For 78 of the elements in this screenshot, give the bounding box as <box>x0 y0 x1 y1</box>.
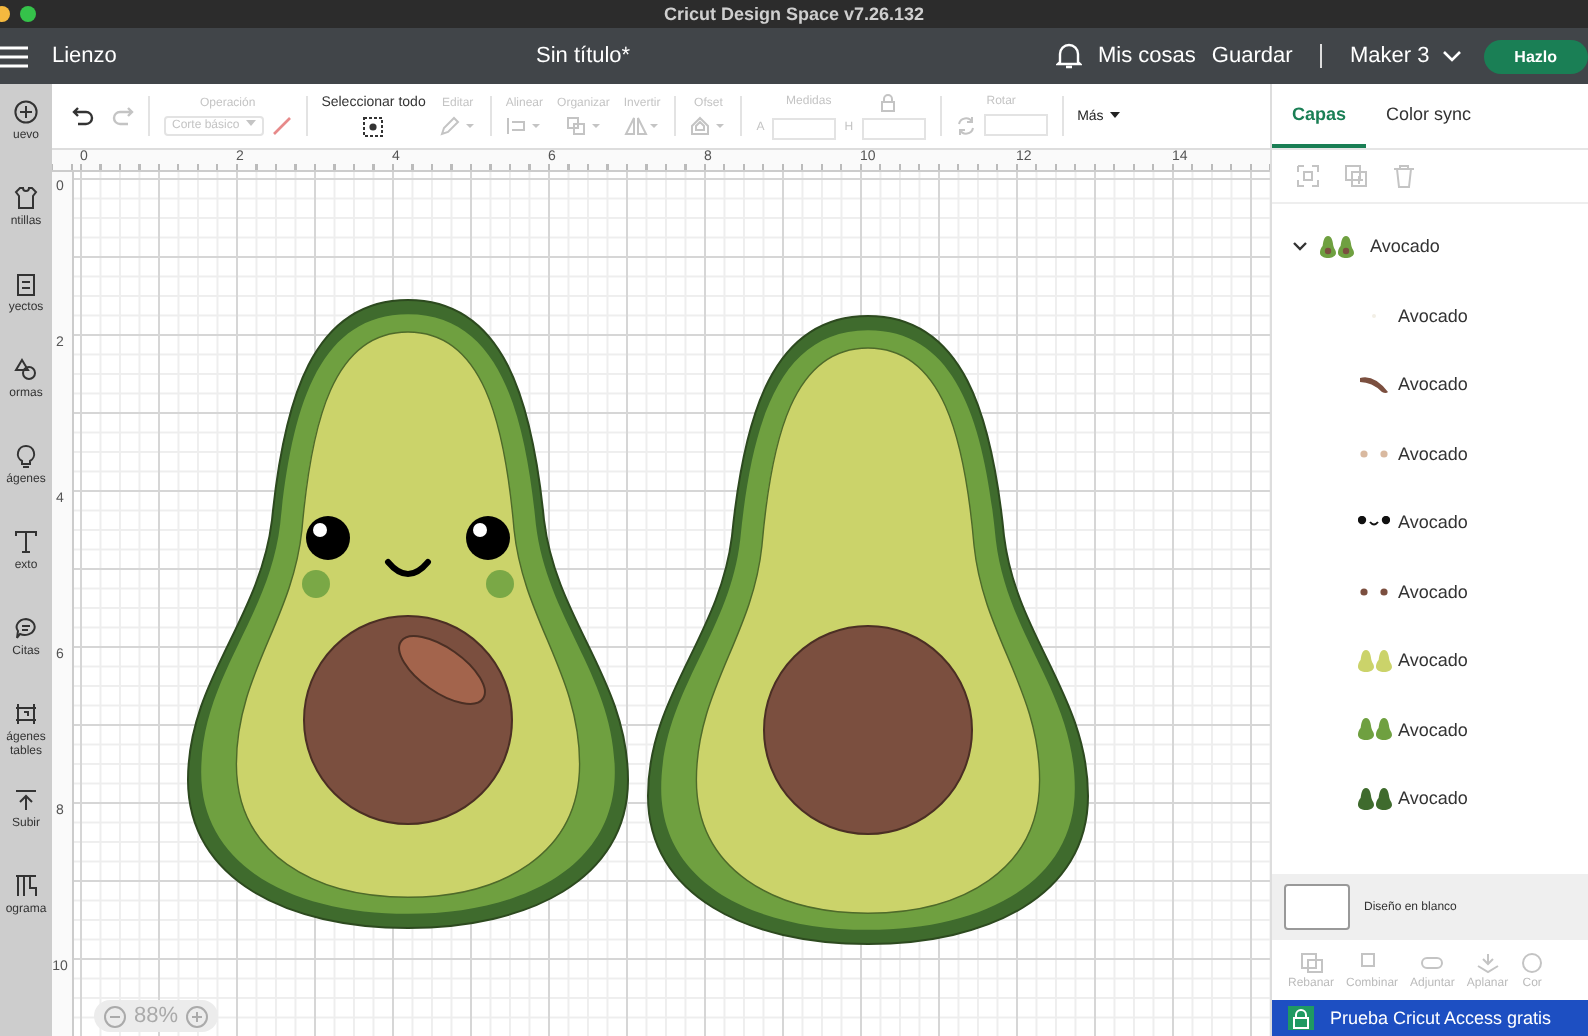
layer-row[interactable]: Avocado <box>1272 764 1588 833</box>
attach-icon[interactable] <box>1420 951 1445 973</box>
avocado-pair-icon <box>1320 235 1356 258</box>
bell-icon[interactable] <box>1056 42 1082 70</box>
rotation-field[interactable] <box>983 114 1048 136</box>
lock-icon[interactable] <box>879 93 896 111</box>
chevron-icon <box>1441 50 1462 62</box>
letter-t-icon[interactable] <box>14 530 38 554</box>
header-link[interactable]: Guardar <box>1211 44 1293 68</box>
layer-row[interactable]: Avocado <box>1272 488 1588 557</box>
access-banner[interactable]: Prueba Cricut Access gratis <box>1272 1000 1588 1036</box>
layer-name: Avocado <box>1398 512 1468 533</box>
layer-row[interactable]: Avocado <box>1272 350 1588 419</box>
blank-canvas-swatch[interactable] <box>1284 884 1350 930</box>
panel-tab[interactable]: Capas <box>1272 84 1367 148</box>
layer-name: Avocado <box>1398 374 1468 395</box>
width-field[interactable] <box>772 117 837 139</box>
layer-name: Avocado <box>1370 236 1440 257</box>
dots-icon <box>1360 587 1388 596</box>
layer-row[interactable]: Avocado <box>1272 626 1588 695</box>
maximize-window-button[interactable] <box>20 6 36 22</box>
zoom-out-button[interactable] <box>104 1005 126 1027</box>
avocado-shapes-icon <box>1357 718 1391 741</box>
frame-icon[interactable] <box>14 702 38 726</box>
minimize-window-button[interactable] <box>0 6 10 22</box>
pencil-icon[interactable] <box>439 115 476 135</box>
avocado-drawing[interactable] <box>187 299 629 929</box>
layer-row[interactable]: Avocado <box>1272 695 1588 764</box>
flip-icon[interactable] <box>624 115 661 135</box>
shirt-icon[interactable] <box>14 186 38 210</box>
height-field[interactable] <box>861 117 926 139</box>
layer-group-row[interactable]: Avocado <box>1272 212 1588 281</box>
layer-name: Avocado <box>1398 581 1468 602</box>
machine-select[interactable]: Maker 3 <box>1349 44 1462 68</box>
banner-text[interactable]: Prueba Cricut Access gratis <box>1330 1008 1552 1028</box>
layer-row[interactable]: Avocado <box>1272 557 1588 626</box>
dots-icon <box>1360 449 1388 458</box>
face-icon <box>1358 516 1390 529</box>
avocado-drawing[interactable] <box>647 315 1089 945</box>
avocado-shapes-icon <box>1357 787 1391 810</box>
undo-icon[interactable] <box>72 106 96 126</box>
plus-circle-icon[interactable] <box>13 100 38 124</box>
caret-icon <box>1109 112 1120 119</box>
menu-icon[interactable] <box>0 45 28 67</box>
caret-icon[interactable] <box>1292 240 1308 253</box>
layer-name: Avocado <box>1398 719 1468 740</box>
pen-line-icon <box>271 115 292 135</box>
panel-tab[interactable]: Color sync <box>1366 84 1492 148</box>
layer-row[interactable]: Avocado <box>1272 281 1588 350</box>
make-button[interactable]: Hazlo <box>1483 39 1588 73</box>
section-title: Lienzo <box>52 44 119 68</box>
shapes-icon[interactable] <box>13 358 38 382</box>
layer-name: Avocado <box>1398 788 1468 809</box>
slice-icon[interactable] <box>1299 951 1323 973</box>
align-icon[interactable] <box>506 115 543 135</box>
zoom-level: 88% <box>134 1004 179 1028</box>
document-title: Sin título* <box>536 44 633 68</box>
columns-icon[interactable] <box>14 874 38 898</box>
flatten-icon[interactable] <box>1475 951 1500 973</box>
layer-name: Avocado <box>1398 443 1468 464</box>
contour-icon[interactable] <box>1520 951 1545 973</box>
select-all-icon[interactable] <box>362 115 385 137</box>
lock-icon <box>1288 1006 1314 1030</box>
upload-icon[interactable] <box>13 788 38 812</box>
avocado-shapes-icon <box>1357 649 1391 672</box>
layers-icon[interactable] <box>565 115 602 135</box>
seed-icon <box>1358 374 1390 395</box>
speech-bubble-icon[interactable] <box>13 616 38 640</box>
rotate-icon[interactable] <box>955 115 976 135</box>
zoom-in-button[interactable] <box>186 1005 209 1027</box>
header-link[interactable]: Mis cosas <box>1098 44 1196 68</box>
layer-name: Avocado <box>1398 650 1468 671</box>
window-title: Cricut Design Space v7.26.132 <box>663 4 925 24</box>
offset-icon[interactable] <box>690 115 727 135</box>
layer-name: Avocado <box>1398 305 1468 326</box>
clipboard-icon[interactable] <box>14 272 38 296</box>
layer-row[interactable]: Avocado <box>1272 419 1588 488</box>
lightbulb-icon[interactable] <box>14 444 38 468</box>
